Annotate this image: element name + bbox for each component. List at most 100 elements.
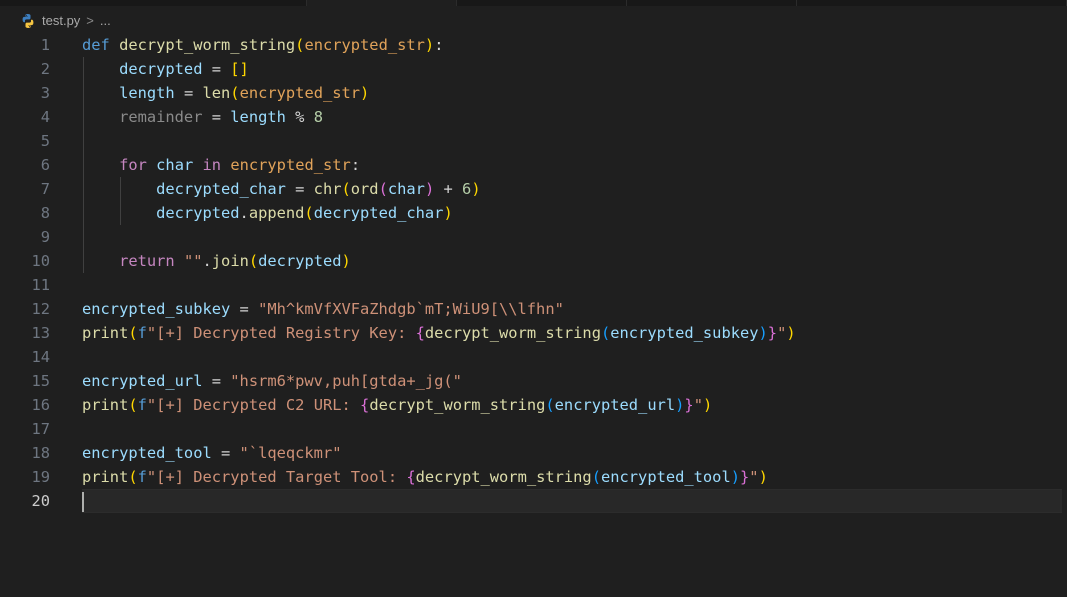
code-token: " [693, 396, 703, 414]
code-line-content[interactable]: for char in encrypted_str: [82, 153, 1062, 177]
code-line-content[interactable]: encrypted_subkey = "Mh^kmVfXVFaZhdgb`mT;… [82, 297, 1062, 321]
code-line[interactable]: 14 [0, 345, 1067, 369]
code-line-content[interactable]: encrypted_url = "hsrm6*pwv,puh[gtda+_jg(… [82, 369, 1062, 393]
code-line[interactable]: 9 [0, 225, 1067, 249]
code-line[interactable]: 8 decrypted.append(decrypted_char) [0, 201, 1067, 225]
code-token: { [406, 468, 416, 486]
indent-guide [120, 177, 122, 201]
code-token: "[+] Decrypted Target Tool: [146, 468, 407, 486]
code-token: = [285, 180, 314, 198]
code-line-content[interactable]: decrypted = [] [82, 57, 1062, 81]
tab-segment[interactable] [0, 0, 307, 6]
tab-segment[interactable] [797, 0, 1067, 6]
line-number: 20 [31, 492, 50, 510]
code-line-content[interactable] [82, 489, 1062, 513]
code-token: " [777, 324, 787, 342]
tab-segment-active[interactable] [307, 0, 457, 6]
code-editor[interactable]: 1 def decrypt_worm_string(encrypted_str):… [0, 33, 1067, 597]
code-line-content[interactable] [82, 345, 1062, 369]
code-token: . [239, 204, 249, 222]
code-line-content[interactable]: print(f"[+] Decrypted Target Tool: {decr… [82, 465, 1062, 489]
line-number: 16 [31, 396, 50, 414]
breadcrumb-separator: > [86, 12, 94, 28]
breadcrumb-more[interactable]: ... [100, 13, 111, 28]
code-line-content[interactable]: return "".join(decrypted) [82, 249, 1062, 273]
code-token: ( [230, 84, 240, 102]
line-number: 19 [31, 468, 50, 486]
code-line[interactable]: 11 [0, 273, 1067, 297]
code-token: ) [786, 324, 796, 342]
code-token: "hsrm6*pwv,puh[gtda+_jg(" [230, 372, 462, 390]
code-line-content[interactable] [82, 129, 1062, 153]
code-line[interactable]: 15 encrypted_url = "hsrm6*pwv,puh[gtda+_j… [0, 369, 1067, 393]
code-line[interactable]: 12 encrypted_subkey = "Mh^kmVfXVFaZhdgb`m… [0, 297, 1067, 321]
tab-segment[interactable] [627, 0, 797, 6]
line-number: 11 [31, 276, 50, 294]
code-token: ) [471, 180, 481, 198]
code-line-content[interactable] [82, 417, 1062, 441]
code-line[interactable]: 5 [0, 129, 1067, 153]
code-token: ) [424, 36, 435, 54]
code-line-content[interactable]: print(f"[+] Decrypted Registry Key: {dec… [82, 321, 1062, 345]
line-number: 2 [40, 60, 50, 78]
code-token: decrypt_worm_string [369, 396, 546, 414]
code-token: 6 [462, 180, 472, 198]
code-token: } [767, 324, 778, 342]
code-line-content[interactable]: print(f"[+] Decrypted C2 URL: {decrypt_w… [82, 393, 1062, 417]
code-line-content[interactable]: def decrypt_worm_string(encrypted_str): [82, 33, 1062, 57]
code-token: ) [341, 252, 351, 270]
code-line[interactable]: 7 decrypted_char = chr(ord(char) + 6) [0, 177, 1067, 201]
code-text: print(f"[+] Decrypted Target Tool: {decr… [82, 465, 768, 489]
breadcrumb-file[interactable]: test.py [42, 13, 80, 28]
code-line-content[interactable]: decrypted.append(decrypted_char) [82, 201, 1062, 225]
code-token: { [415, 324, 425, 342]
code-line[interactable]: 2 decrypted = [] [0, 57, 1067, 81]
code-line-content[interactable]: length = len(encrypted_str) [82, 81, 1062, 105]
code-token: } [684, 396, 694, 414]
code-line[interactable]: 18 encrypted_tool = "`lqeqckmr" [0, 441, 1067, 465]
code-token: encrypted_subkey [610, 324, 759, 342]
code-line[interactable]: 20 [0, 489, 1067, 513]
code-token: encrypted_str [239, 84, 361, 102]
code-token: decrypted_char [156, 180, 286, 198]
code-text: for char in encrypted_str: [119, 153, 360, 177]
code-token: "[+] Decrypted C2 URL: [146, 396, 361, 414]
code-line[interactable]: 17 [0, 417, 1067, 441]
code-token: " [749, 468, 759, 486]
line-number: 8 [40, 204, 50, 222]
code-token: ) [360, 84, 370, 102]
code-token: ) [424, 180, 435, 198]
code-text: return "".join(decrypted) [119, 249, 351, 273]
code-line-content[interactable] [82, 225, 1062, 249]
code-line[interactable]: 1 def decrypt_worm_string(encrypted_str): [0, 33, 1067, 57]
code-token: f [137, 396, 147, 414]
code-line-content[interactable]: decrypted_char = chr(ord(char) + 6) [82, 177, 1062, 201]
code-line-content[interactable] [82, 273, 1062, 297]
code-token: "`lqeqckmr" [239, 444, 342, 462]
code-line[interactable]: 16 print(f"[+] Decrypted C2 URL: {decrypt… [0, 393, 1067, 417]
code-line[interactable]: 19 print(f"[+] Decrypted Target Tool: {de… [0, 465, 1067, 489]
code-line[interactable]: 6 for char in encrypted_str: [0, 153, 1067, 177]
code-token: decrypted [156, 204, 240, 222]
code-text: decrypted.append(decrypted_char) [156, 201, 453, 225]
code-line-content[interactable]: encrypted_tool = "`lqeqckmr" [82, 441, 1062, 465]
code-token: ( [378, 180, 388, 198]
code-token: encrypted_url [82, 372, 203, 390]
code-token: def [82, 36, 110, 54]
code-line-content[interactable]: remainder = length % 8 [82, 105, 1062, 129]
line-number: 1 [40, 36, 50, 54]
code-token: len [202, 84, 231, 102]
code-line[interactable]: 10 return "".join(decrypted) [0, 249, 1067, 273]
indent-guide [83, 57, 84, 81]
line-number: 4 [40, 108, 50, 126]
code-token: ( [128, 468, 138, 486]
tab-segment[interactable] [457, 0, 627, 6]
code-line[interactable]: 3 length = len(encrypted_str) [0, 81, 1067, 105]
code-token: } [740, 468, 750, 486]
line-number: 7 [40, 180, 50, 198]
code-line[interactable]: 4 remainder = length % 8 [0, 105, 1067, 129]
code-line[interactable]: 13 print(f"[+] Decrypted Registry Key: {d… [0, 321, 1067, 345]
code-token: decrypted_char [313, 204, 444, 222]
code-token: "[+] Decrypted Registry Key: [146, 324, 416, 342]
